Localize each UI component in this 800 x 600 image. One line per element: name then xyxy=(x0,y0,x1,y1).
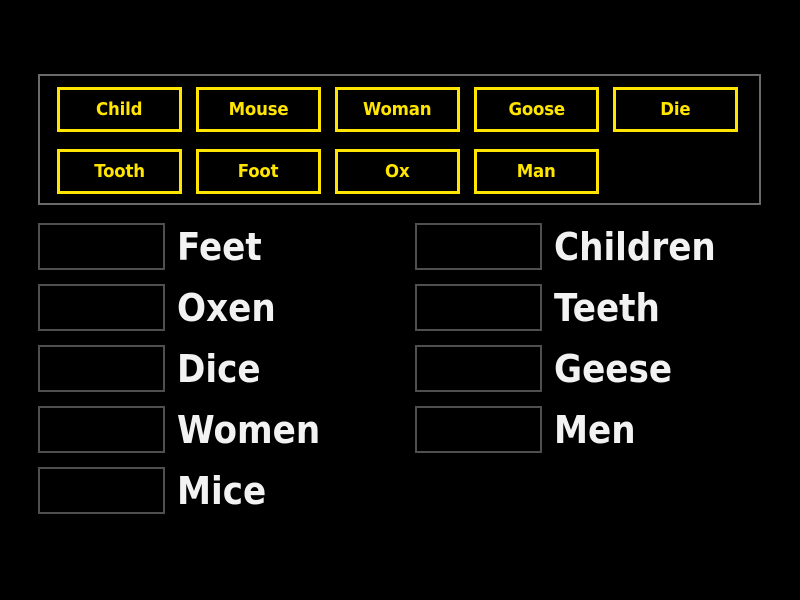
answer-label-mice: Mice xyxy=(177,468,267,513)
drop-slot-mice[interactable] xyxy=(38,467,165,514)
answer-row: Teeth xyxy=(415,284,734,331)
answer-row: Geese xyxy=(415,345,734,392)
drop-slot-feet[interactable] xyxy=(38,223,165,270)
answers-right-column: Children Teeth Geese Men xyxy=(415,223,734,467)
answer-row: Mice xyxy=(38,467,336,514)
drop-slot-teeth[interactable] xyxy=(415,284,542,331)
answer-row: Children xyxy=(415,223,734,270)
answer-label-children: Children xyxy=(554,224,716,269)
answer-label-teeth: Teeth xyxy=(554,285,660,330)
drop-slot-men[interactable] xyxy=(415,406,542,453)
answers-left-column: Feet Oxen Dice Women Mice xyxy=(38,223,336,528)
answer-row: Oxen xyxy=(38,284,336,331)
answer-label-feet: Feet xyxy=(177,224,262,269)
answer-row: Dice xyxy=(38,345,336,392)
drop-slot-geese[interactable] xyxy=(415,345,542,392)
answer-label-oxen: Oxen xyxy=(177,285,276,330)
answer-label-dice: Dice xyxy=(177,346,261,391)
answer-label-women: Women xyxy=(177,407,321,452)
drop-slot-dice[interactable] xyxy=(38,345,165,392)
drop-slot-children[interactable] xyxy=(415,223,542,270)
drop-slot-oxen[interactable] xyxy=(38,284,165,331)
answers-area: Feet Oxen Dice Women Mice Children Teeth xyxy=(0,0,800,600)
answer-label-geese: Geese xyxy=(554,346,673,391)
answer-row: Men xyxy=(415,406,734,453)
drop-slot-women[interactable] xyxy=(38,406,165,453)
answer-label-men: Men xyxy=(554,407,636,452)
answer-row: Women xyxy=(38,406,336,453)
answer-row: Feet xyxy=(38,223,336,270)
